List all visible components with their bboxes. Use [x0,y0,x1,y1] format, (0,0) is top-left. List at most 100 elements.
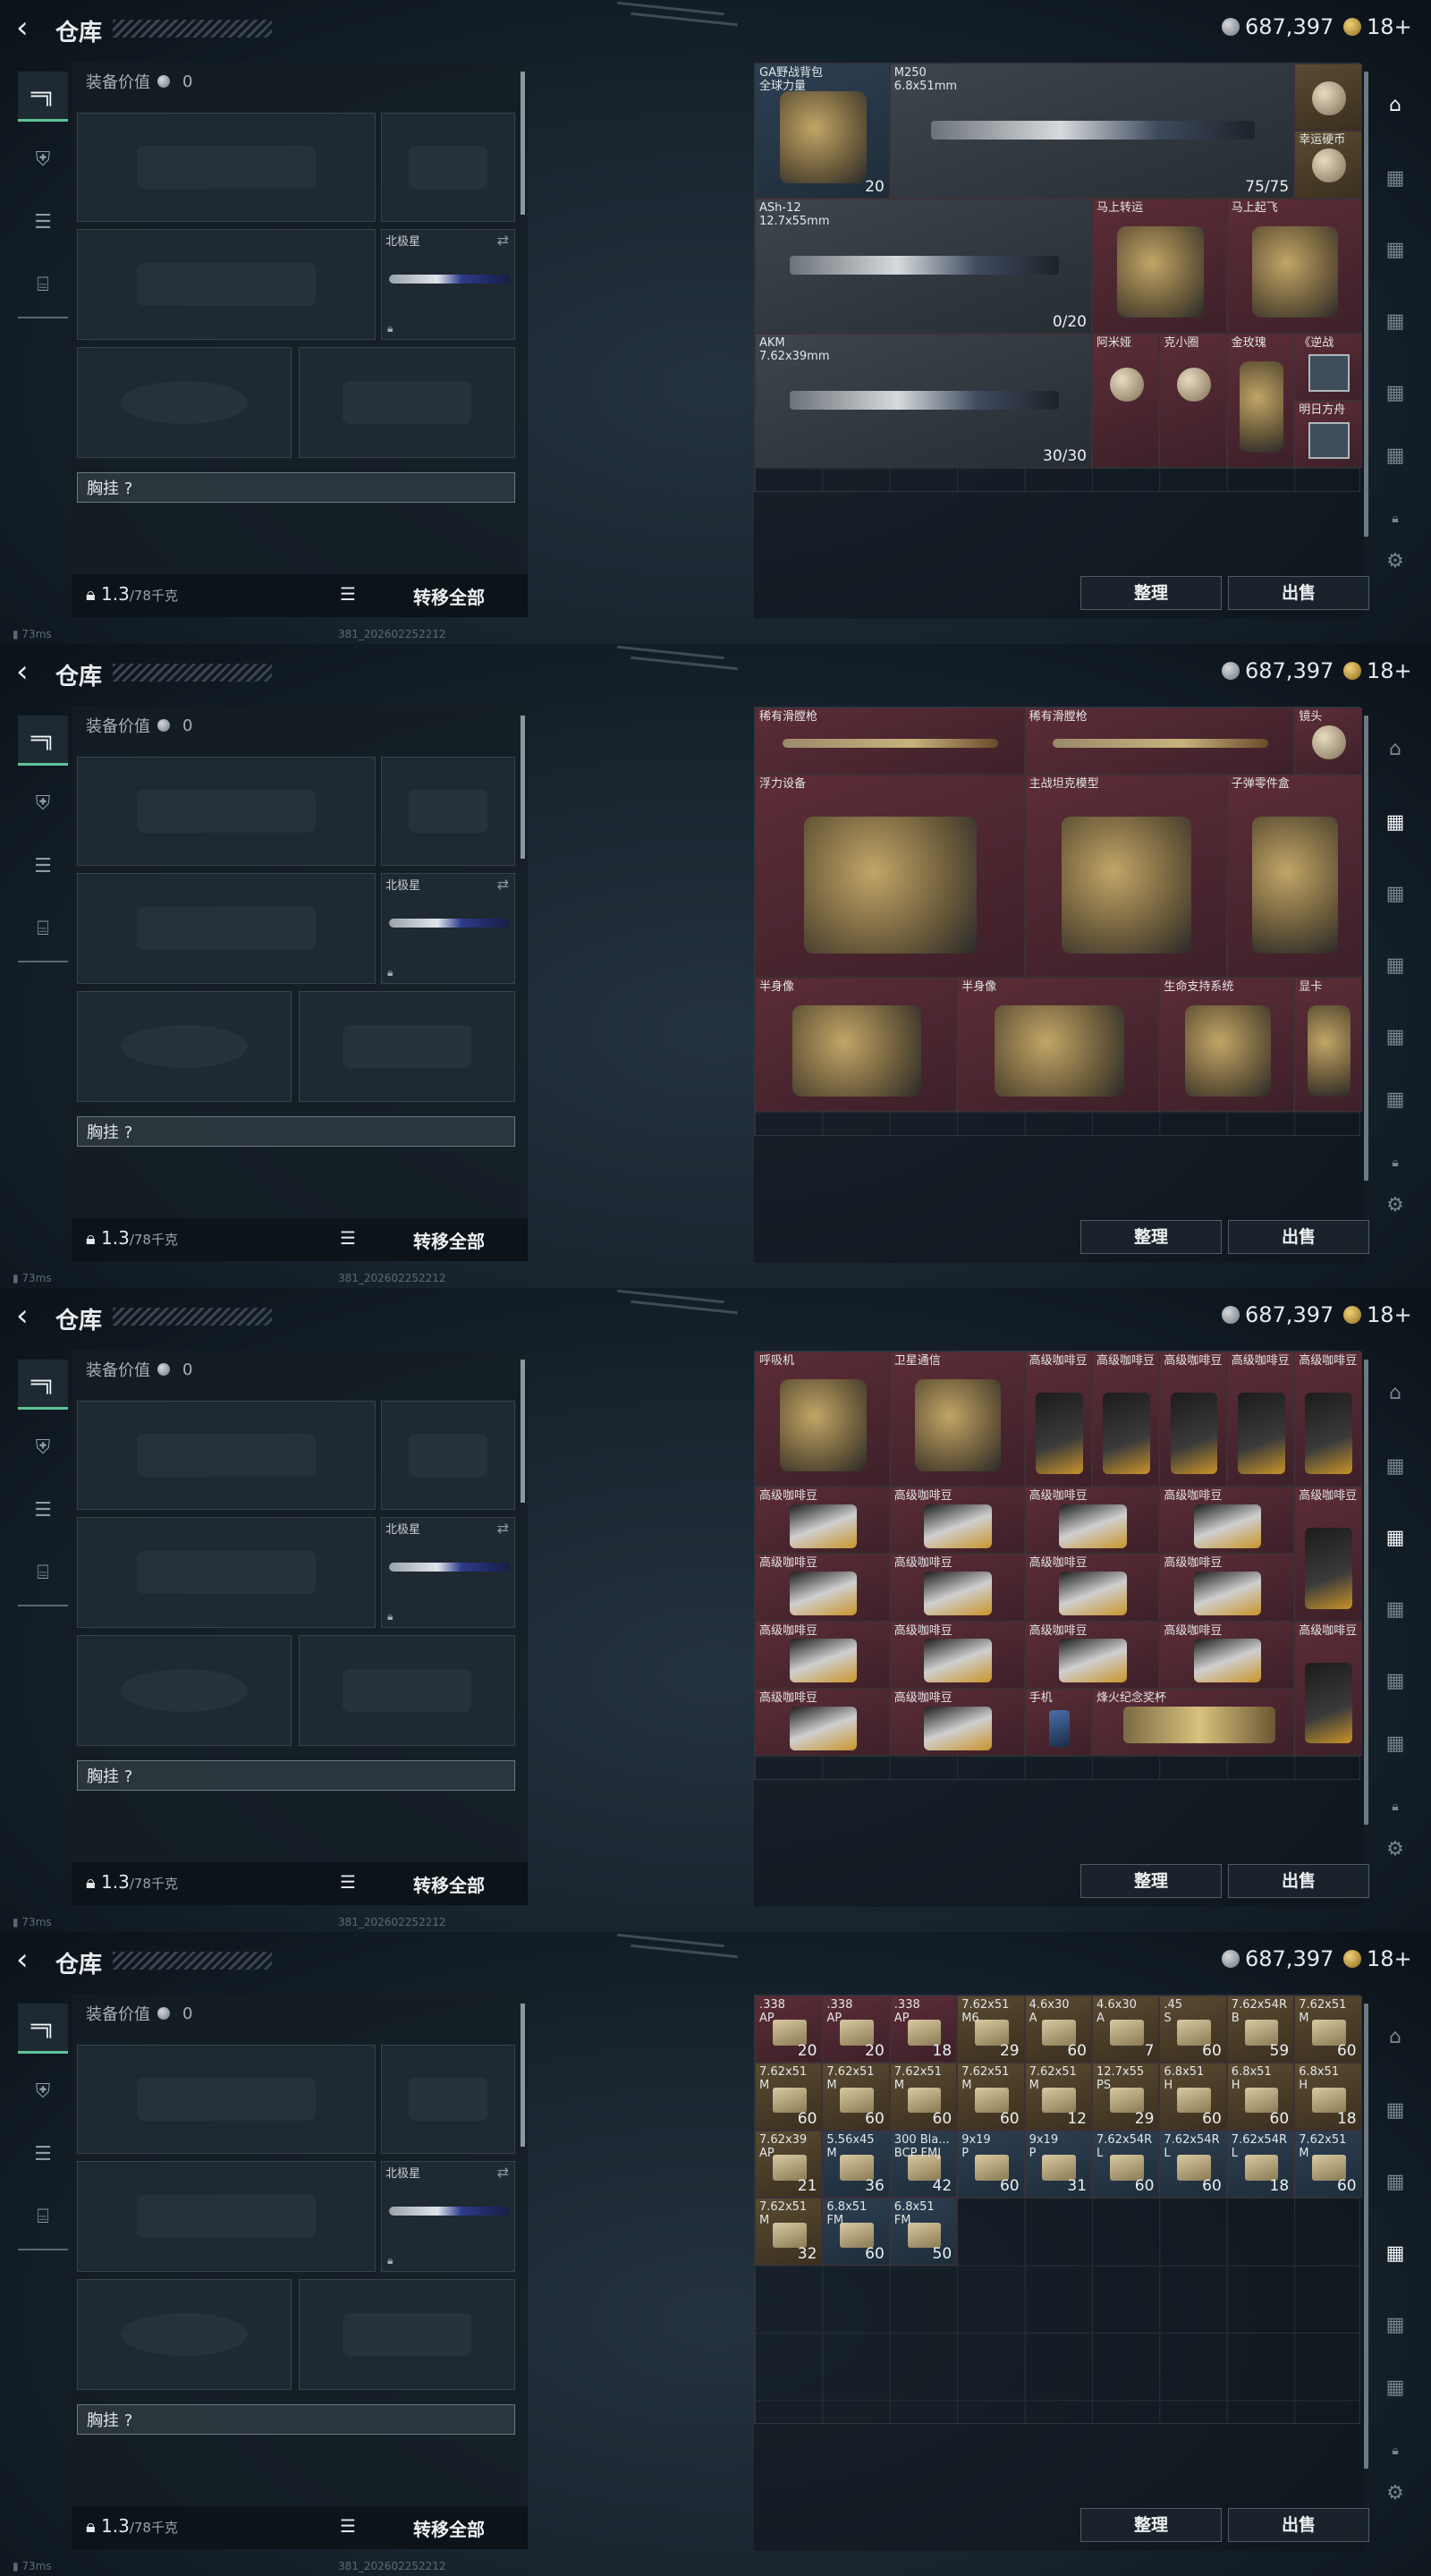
primary-weapon-slot[interactable] [77,2045,376,2154]
secondary-weapon-slot[interactable] [77,873,376,984]
stash-item[interactable]: 镜头 [1294,708,1362,775]
melee-slot[interactable]: 北极星 ⇄ 🔒︎ [381,1517,515,1628]
equipment-scrollbar[interactable] [521,1360,525,1503]
stash-item[interactable]: 高级咖啡豆 [889,1554,1025,1622]
stash-item[interactable]: 高级咖啡豆 [1159,1486,1295,1555]
settings-gear-icon[interactable]: ⚙ [1377,1188,1413,1224]
stash-item[interactable]: 浮力设备 [755,775,1025,978]
sell-button[interactable]: 出售 [1228,1220,1369,1254]
stash-item[interactable]: 高级咖啡豆 [1294,1486,1362,1622]
secondary-weapon-slot[interactable] [77,2161,376,2272]
stash-item[interactable]: 7.62x51 M 60 [1294,1996,1362,2063]
stash-item[interactable]: 高级咖啡豆 [1159,1554,1295,1622]
helmet-slot[interactable] [77,991,292,1102]
stash-item[interactable]: 金玫瑰 [1226,333,1295,469]
nav-case-icon[interactable]: ⌸ [18,259,68,309]
stash-item[interactable]: 7.62x54R L 60 [1159,2130,1227,2199]
stash-item[interactable]: 半身像 [755,977,958,1113]
stash-item[interactable]: .338 AP 20 [755,1996,823,2063]
back-arrow-icon[interactable]: ‹ [16,1301,29,1331]
stash-item[interactable]: 7.62x54R L 60 [1092,2130,1160,2199]
sell-button[interactable]: 出售 [1228,1864,1369,1898]
stash-tab-5-icon[interactable]: ▦ [1377,2370,1413,2406]
stash-item[interactable]: 7.62x51 M 60 [1294,2130,1362,2199]
stash-item[interactable]: 7.62x39 AP 21 [755,2130,823,2199]
nav-armor-icon[interactable]: ⛨ [18,134,68,184]
stash-tab-5-icon[interactable]: ▦ [1377,1082,1413,1118]
stash-item[interactable]: 手机 [1024,1689,1092,1757]
sort-button[interactable]: 整理 [1080,576,1222,610]
list-icon[interactable]: ☰ [340,1227,356,1249]
secondary-weapon-slot[interactable] [77,1517,376,1628]
helmet-slot[interactable] [77,347,292,458]
melee-slot[interactable]: 北极星 ⇄ 🔒︎ [381,229,515,340]
stash-item[interactable]: .338 AP 18 [889,1996,958,2063]
stash-item[interactable]: 高级咖啡豆 [889,1486,1025,1555]
transfer-all-button[interactable]: 转移全部 [413,583,485,609]
stash-item[interactable]: 显卡 [1294,977,1362,1113]
body-armor-slot[interactable] [299,1635,515,1746]
nav-case-icon[interactable]: ⌸ [18,903,68,953]
stash-tab-3-icon[interactable]: ▦ [1377,304,1413,340]
transfer-all-button[interactable]: 转移全部 [413,1871,485,1897]
chest-rig-slot[interactable]: 胸挂 ? [77,1116,515,1147]
sort-button[interactable]: 整理 [1080,1864,1222,1898]
nav-weapons-icon[interactable]: ═╗ [18,72,68,122]
body-armor-slot[interactable] [299,991,515,1102]
stash-item[interactable]: 高级咖啡豆 [1159,1621,1295,1689]
stash-item[interactable]: 呼吸机 [755,1352,890,1487]
chest-rig-slot[interactable]: 胸挂 ? [77,1760,515,1791]
stash-item[interactable]: 6.8x51 FM 50 [889,2198,958,2266]
stash-tab-3-icon[interactable]: ▦ [1377,2236,1413,2272]
primary-weapon-slot[interactable] [77,113,376,222]
stash-item[interactable]: 高级咖啡豆 [889,1689,1025,1757]
stash-item[interactable]: 高级咖啡豆 [755,1621,890,1689]
stash-item[interactable]: 子弹零件盒 [1226,775,1362,978]
stash-item[interactable]: 主战坦克模型 [1024,775,1227,978]
stash-item[interactable]: 4.6x30 A 7 [1092,1996,1160,2063]
stash-tab-home-icon[interactable]: ⌂ [1377,732,1413,767]
stash-item[interactable]: 7.62x51 M 60 [957,2063,1025,2131]
sell-button[interactable]: 出售 [1228,576,1369,610]
stash-tab-2-icon[interactable]: ▦ [1377,233,1413,268]
stash-tab-3-icon[interactable]: ▦ [1377,948,1413,984]
stash-item[interactable]: 7.62x51 M 60 [889,2063,958,2131]
stash-item[interactable]: 7.62x51 M 32 [755,2198,823,2266]
pistol-slot[interactable] [381,757,515,866]
nav-case-icon[interactable]: ⌸ [18,2191,68,2241]
stash-item[interactable]: 生命支持系统 [1159,977,1295,1113]
back-arrow-icon[interactable]: ‹ [16,13,29,43]
nav-armor-icon[interactable]: ⛨ [18,1422,68,1472]
nav-case-icon[interactable]: ⌸ [18,1547,68,1597]
stash-item[interactable]: 高级咖啡豆 [1024,1554,1160,1622]
settings-gear-icon[interactable]: ⚙ [1377,544,1413,580]
chest-rig-slot[interactable]: 胸挂 ? [77,2404,515,2435]
stash-item[interactable]: 7.62x51 M 60 [822,2063,890,2131]
stash-item[interactable]: 高级咖啡豆 [755,1486,890,1555]
back-arrow-icon[interactable]: ‹ [16,1945,29,1975]
stash-item[interactable]: 7.62x51 M 12 [1024,2063,1092,2131]
stash-item[interactable]: .45 S 60 [1159,1996,1227,2063]
stash-item[interactable]: 高级咖啡豆 [1294,1621,1362,1757]
stash-item[interactable]: 明日方舟 [1294,401,1362,469]
stash-item[interactable]: 4.6x30 A 60 [1024,1996,1092,2063]
stash-item[interactable]: 马上转运 [1092,198,1227,334]
stash-tab-4-icon[interactable]: ▦ [1377,1664,1413,1699]
stash-tab-4-icon[interactable]: ▦ [1377,2308,1413,2343]
stash-item[interactable]: 烽火纪念奖杯 [1092,1689,1295,1757]
melee-slot[interactable]: 北极星 ⇄ 🔒︎ [381,873,515,984]
nav-weapons-icon[interactable]: ═╗ [18,716,68,766]
stash-item[interactable]: 稀有滑膛枪 [1024,708,1295,775]
stash-item[interactable]: 7.62x51 M6 29 [957,1996,1025,2063]
helmet-slot[interactable] [77,2279,292,2390]
stash-item[interactable]: 马上起飞 [1226,198,1362,334]
nav-weapons-icon[interactable]: ═╗ [18,1360,68,1410]
stash-item[interactable]: 高级咖啡豆 [1024,1352,1092,1487]
body-armor-slot[interactable] [299,2279,515,2390]
stash-item[interactable]: 高级咖啡豆 [1092,1352,1160,1487]
stash-tab-5-icon[interactable]: ▦ [1377,1726,1413,1762]
nav-weapons-icon[interactable]: ═╗ [18,2004,68,2054]
helmet-slot[interactable] [77,1635,292,1746]
stash-item[interactable]: 半身像 [957,977,1160,1113]
pistol-slot[interactable] [381,113,515,222]
